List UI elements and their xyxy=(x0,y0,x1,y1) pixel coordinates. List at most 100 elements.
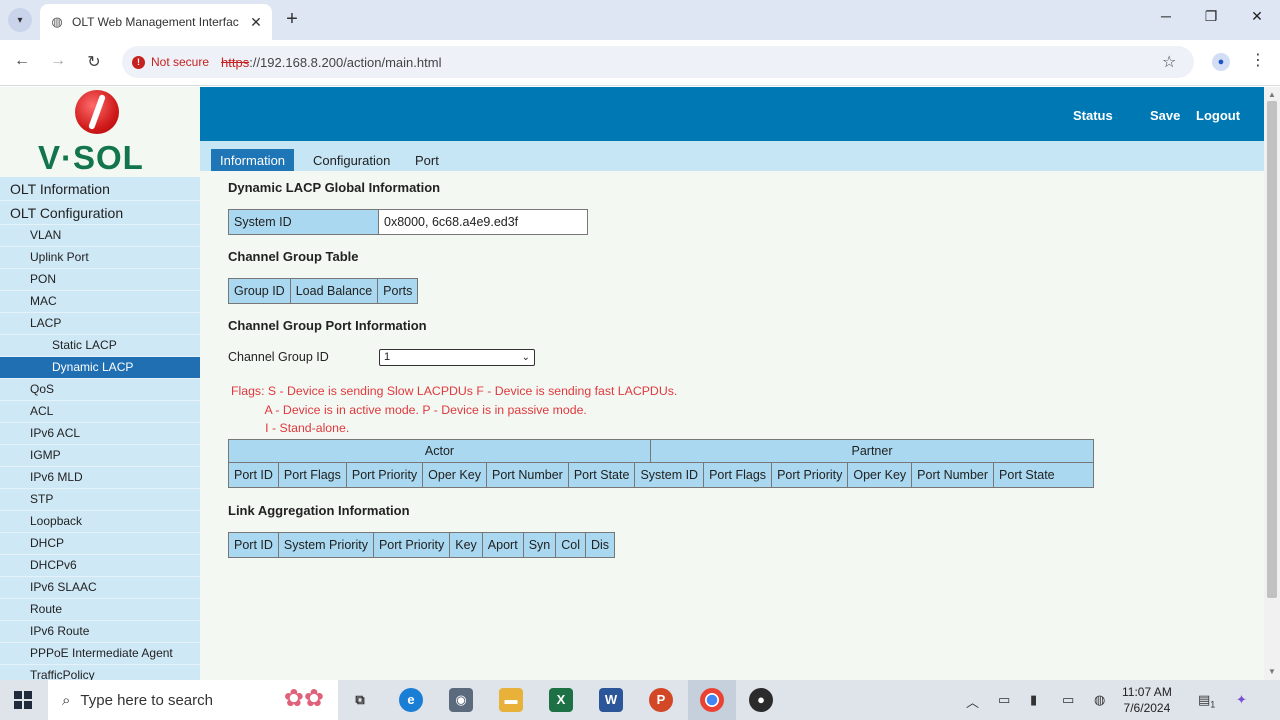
camera-icon[interactable]: ◉ xyxy=(449,688,473,712)
menu-kebab-icon[interactable]: ⋮ xyxy=(1250,50,1266,70)
battery-icon[interactable]: ▭ xyxy=(1062,692,1074,708)
sidebar-item-olt-configuration[interactable]: OLT Configuration xyxy=(0,201,200,225)
scroll-down-icon[interactable]: ▼ xyxy=(1268,667,1276,676)
top-navigation: Status Save Logout xyxy=(200,87,1264,141)
table-header: Port Number xyxy=(487,463,569,487)
sidebar-item-ipv6-acl[interactable]: IPv6 ACL xyxy=(0,423,200,445)
minimize-icon[interactable]: ─ xyxy=(1154,8,1178,24)
logo: V·SOL xyxy=(0,87,200,177)
profile-icon[interactable]: ● xyxy=(1212,53,1230,71)
excel-icon[interactable]: X xyxy=(549,688,573,712)
sidebar-item-route[interactable]: Route xyxy=(0,599,200,621)
edge-icon[interactable]: e xyxy=(399,688,423,712)
search-icon: ⌕ xyxy=(62,691,71,709)
tab-information[interactable]: Information xyxy=(211,149,295,171)
chevron-down-icon: ⌄ xyxy=(521,352,530,363)
roses-icon: ✿✿ xyxy=(283,685,324,712)
obs-icon[interactable]: ● xyxy=(749,688,773,712)
notification-count: 1 xyxy=(1210,699,1216,710)
back-icon[interactable]: ← xyxy=(10,52,34,70)
logo-text: V·SOL xyxy=(38,139,144,176)
tab-close-icon[interactable]: ✕ xyxy=(246,14,266,31)
security-label[interactable]: Not secure xyxy=(151,55,209,69)
reload-icon[interactable]: ↻ xyxy=(82,52,106,72)
sidebar-item-loopback[interactable]: Loopback xyxy=(0,511,200,533)
microphone-icon[interactable]: ▮ xyxy=(1030,692,1037,708)
taskbar-search[interactable]: ⌕ Type here to search ✿✿ xyxy=(48,680,338,720)
sidebar-item-lacp[interactable]: LACP xyxy=(0,313,200,335)
system-id-value: 0x8000, 6c68.a4e9.ed3f xyxy=(379,210,587,234)
restore-icon[interactable]: ❐ xyxy=(1199,8,1223,25)
meet-now-icon[interactable]: ▭ xyxy=(998,692,1010,708)
sidebar-item-olt-information[interactable]: OLT Information xyxy=(0,177,200,201)
tab-search-icon[interactable]: ▾ xyxy=(8,8,32,32)
file-explorer-icon[interactable]: ▬ xyxy=(499,688,523,712)
table-header: Oper Key xyxy=(423,463,487,487)
channel-table-title: Channel Group Table xyxy=(228,249,359,264)
sidebar-item-acl[interactable]: ACL xyxy=(0,401,200,423)
omnibox[interactable]: ! Not secure https://192.168.8.200/actio… xyxy=(122,46,1194,78)
save-link[interactable]: Save xyxy=(1150,108,1180,123)
globe-icon: ◍ xyxy=(51,14,63,29)
clock-time: 11:07 AM xyxy=(1122,685,1172,699)
port-info-title: Channel Group Port Information xyxy=(228,318,427,333)
sidebar-item-mac[interactable]: MAC xyxy=(0,291,200,313)
sidebar-item-ipv6-route[interactable]: IPv6 Route xyxy=(0,621,200,643)
browser-tab[interactable]: ◍ OLT Web Management Interfac ✕ xyxy=(40,4,272,40)
scroll-thumb[interactable] xyxy=(1267,101,1277,598)
sidebar-item-ipv6-slaac[interactable]: IPv6 SLAAC xyxy=(0,577,200,599)
sidebar: OLT Information OLT Configuration VLAN Upli… xyxy=(0,177,200,680)
channel-group-select[interactable]: 1 ⌄ xyxy=(379,349,535,366)
tab-port[interactable]: Port xyxy=(406,149,448,171)
table-header: Port State xyxy=(999,468,1055,482)
sidebar-item-pppoe-intermediate-agent[interactable]: PPPoE Intermediate Agent xyxy=(0,643,200,665)
forward-icon[interactable]: → xyxy=(46,52,70,70)
sidebar-item-dynamic-lacp[interactable]: Dynamic LACP xyxy=(0,357,200,379)
table-header: Key xyxy=(450,533,483,557)
sidebar-item-dhcpv6[interactable]: DHCPv6 xyxy=(0,555,200,577)
sidebar-item-trafficpolicy[interactable]: TrafficPolicy xyxy=(0,665,200,680)
chrome-icon[interactable] xyxy=(700,688,724,712)
notification-icon[interactable]: ▤1 xyxy=(1198,692,1215,710)
port-info-table: Actor Partner Port ID Port Flags Port Pr… xyxy=(228,439,1094,488)
taskbar-clock[interactable]: 11:07 AM 7/6/2024 xyxy=(1122,684,1172,716)
table-header: Port Priority xyxy=(374,533,451,557)
browser-tab-bar: ▾ ◍ OLT Web Management Interfac ✕ + ─ ❐ … xyxy=(0,0,1280,40)
table-header: Port Flags xyxy=(279,463,347,487)
windows-start-icon[interactable] xyxy=(14,691,32,709)
scroll-up-icon[interactable]: ▲ xyxy=(1268,90,1276,99)
task-view-icon[interactable]: ⧉ xyxy=(348,688,372,712)
channel-group-id-label: Channel Group ID xyxy=(228,350,329,364)
logout-link[interactable]: Logout xyxy=(1196,108,1240,123)
sidebar-item-qos[interactable]: QoS xyxy=(0,379,200,401)
page-scrollbar[interactable]: ▲ ▼ xyxy=(1264,87,1280,680)
status-link[interactable]: Status xyxy=(1073,108,1113,123)
network-globe-icon[interactable]: ◍ xyxy=(1094,692,1105,708)
close-window-icon[interactable]: ✕ xyxy=(1245,8,1269,25)
flags-legend: Flags: S - Device is sending Slow LACPDU… xyxy=(231,384,678,435)
sidebar-item-stp[interactable]: STP xyxy=(0,489,200,511)
sidebar-item-uplink-port[interactable]: Uplink Port xyxy=(0,247,200,269)
system-id-row: System ID 0x8000, 6c68.a4e9.ed3f xyxy=(228,209,588,235)
sidebar-item-dhcp[interactable]: DHCP xyxy=(0,533,200,555)
tray-chevron-icon[interactable]: ︿ xyxy=(966,692,979,711)
sidebar-item-ipv6-mld[interactable]: IPv6 MLD xyxy=(0,467,200,489)
copilot-icon[interactable]: ✦ xyxy=(1236,692,1247,708)
table-header: Port ID xyxy=(229,533,279,557)
word-icon[interactable]: W xyxy=(599,688,623,712)
sidebar-item-static-lacp[interactable]: Static LACP xyxy=(0,335,200,357)
powerpoint-icon[interactable]: P xyxy=(649,688,673,712)
new-tab-icon[interactable]: + xyxy=(282,8,302,30)
address-bar: ← → ↻ ! Not secure https://192.168.8.200… xyxy=(0,40,1280,86)
search-placeholder: Type here to search xyxy=(80,691,213,709)
tab-configuration[interactable]: Configuration xyxy=(304,149,399,171)
sidebar-item-igmp[interactable]: IGMP xyxy=(0,445,200,467)
bookmark-star-icon[interactable]: ☆ xyxy=(1162,52,1176,72)
table-header: System Priority xyxy=(279,533,374,557)
table-header: Port State xyxy=(569,463,636,487)
table-header: Load Balance xyxy=(291,279,379,303)
sidebar-item-pon[interactable]: PON xyxy=(0,269,200,291)
url-text[interactable]: https://192.168.8.200/action/main.html xyxy=(221,55,441,70)
tab-title: OLT Web Management Interfac xyxy=(72,15,239,29)
sidebar-item-vlan[interactable]: VLAN xyxy=(0,225,200,247)
